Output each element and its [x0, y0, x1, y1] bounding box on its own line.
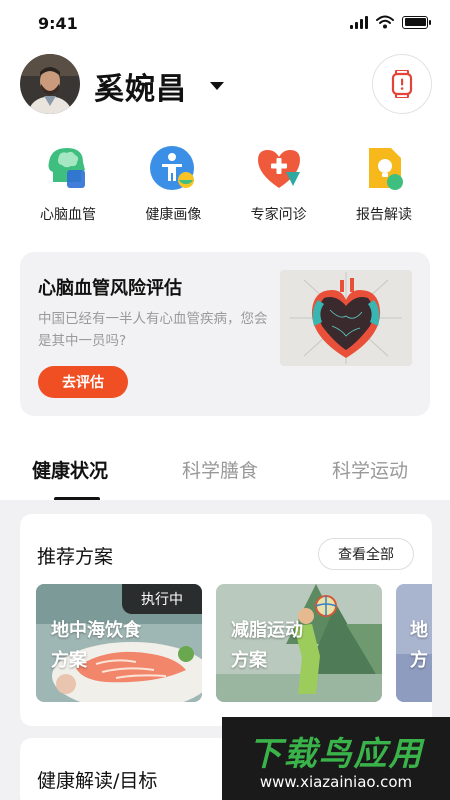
battery-icon	[402, 15, 431, 29]
tab-diet[interactable]: 科学膳食	[182, 456, 258, 483]
chevron-down-icon[interactable]	[210, 82, 224, 90]
quick-action-label: 健康画像	[145, 207, 202, 223]
avatar[interactable]	[20, 54, 80, 114]
person-portrait-icon	[150, 146, 195, 190]
health-tabs: 健康状况 科学膳食 科学运动	[32, 456, 422, 502]
plan-title: 地中海饮食 方案	[51, 620, 141, 671]
wifi-icon	[376, 15, 394, 29]
quick-action-portrait[interactable]: 健康画像	[123, 142, 223, 224]
status-bar: 9:41	[0, 0, 450, 44]
quick-action-label: 心脑血管	[40, 207, 96, 223]
plan-title: 减脂运动 方案	[231, 620, 303, 671]
report-bulb-icon	[368, 148, 403, 190]
profile-header: 奚婉昌	[20, 54, 432, 116]
smartwatch-icon	[391, 70, 413, 98]
user-name[interactable]: 奚婉昌	[94, 64, 187, 108]
section-title: 健康解读/目标	[37, 770, 158, 792]
status-time: 9:41	[38, 14, 78, 33]
recommended-plans-card: 推荐方案 查看全部 执行中 地中海饮食 方案 减脂运动 方案 地 方	[20, 514, 432, 726]
plan-card-mediterranean[interactable]: 执行中 地中海饮食 方案	[36, 584, 202, 702]
watermark-url: www.xiazainiao.com	[259, 773, 413, 791]
quick-actions: 心脑血管 健康画像 专家问诊 报告解读	[18, 142, 434, 224]
quick-action-label: 报告解读	[355, 207, 412, 223]
risk-card-title: 心脑血管风险评估	[38, 278, 182, 299]
status-icons	[350, 15, 431, 29]
plan-status-badge: 执行中	[122, 584, 202, 614]
quick-action-consult[interactable]: 专家问诊	[229, 142, 329, 224]
section-title: 推荐方案	[37, 546, 114, 568]
tab-exercise[interactable]: 科学运动	[332, 456, 408, 483]
assess-button[interactable]: 去评估	[38, 366, 128, 398]
watermark-logo: 下载鸟应用 www.xiazainiao.com	[222, 717, 450, 800]
view-all-button[interactable]: 查看全部	[318, 538, 414, 570]
smartwatch-button[interactable]	[372, 54, 432, 114]
risk-assessment-card[interactable]: 心脑血管风险评估 中国已经有一半人有心血管疾病，您会是其中一员吗? 去评估	[20, 252, 430, 416]
quick-action-report[interactable]: 报告解读	[334, 142, 434, 224]
heart-plus-icon	[257, 150, 300, 188]
head-brain-icon	[48, 148, 85, 188]
plan-card-partial[interactable]: 地 方	[396, 584, 432, 702]
quick-action-cardio[interactable]: 心脑血管	[18, 142, 118, 224]
signal-icon	[350, 15, 368, 29]
plan-card-fat-loss[interactable]: 减脂运动 方案	[216, 584, 382, 702]
risk-card-description: 中国已经有一半人有心血管疾病，您会是其中一员吗?	[38, 311, 268, 349]
plan-title: 地 方	[410, 620, 428, 671]
watermark-text: 下载鸟应用	[248, 734, 424, 773]
quick-action-label: 专家问诊	[250, 207, 307, 223]
heart-illustration	[280, 270, 412, 366]
tab-health-status[interactable]: 健康状况	[32, 456, 108, 483]
